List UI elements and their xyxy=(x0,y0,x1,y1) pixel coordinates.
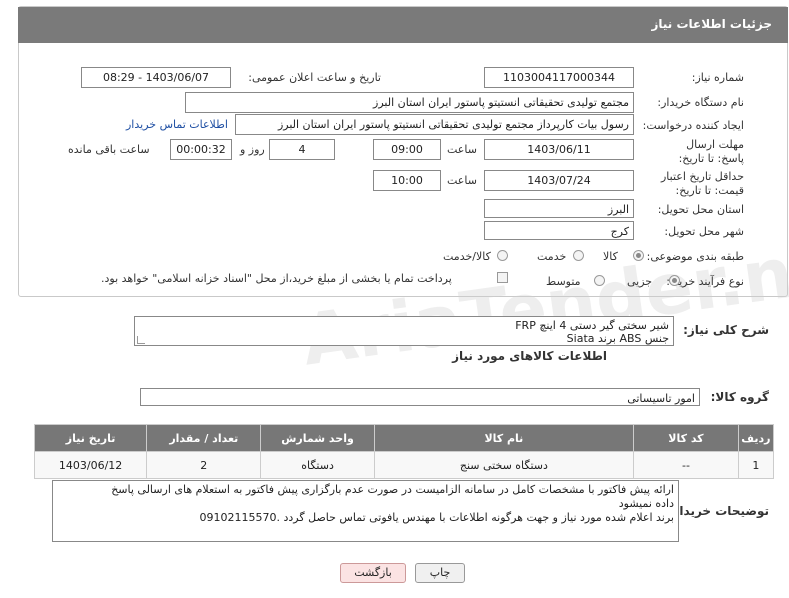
buyer-label: نام دستگاه خریدار: xyxy=(657,96,744,109)
category-option-goods-service: کالا/خدمت xyxy=(443,250,491,263)
col-code: کد کالا xyxy=(633,424,739,452)
category-label: طبقه بندی موضوعی: xyxy=(646,250,744,263)
buyer-field: مجتمع تولیدی تحقیقاتی انستیتو پاستور ایر… xyxy=(185,92,634,113)
creator-field: رسول بیات کارپرداز مجتمع تولیدی تحقیقاتی… xyxy=(235,114,634,135)
process-option-medium: متوسط xyxy=(546,275,581,288)
category-radio-service[interactable] xyxy=(573,250,584,261)
remaining-time-field: 00:00:32 xyxy=(170,139,232,160)
city-label: شهر محل تحویل: xyxy=(664,225,744,238)
print-button[interactable]: چاپ xyxy=(415,563,465,583)
days-field: 4 xyxy=(269,139,335,160)
process-radio-minor[interactable] xyxy=(669,275,680,286)
deadline-time-label: ساعت xyxy=(447,143,477,156)
goods-table-header: ردیف کد کالا نام کالا واحد شمارش تعداد /… xyxy=(33,424,775,452)
buyer-notes-line-1: ارائه پیش فاکتور با مشخصات کامل در سامان… xyxy=(111,483,674,496)
announce-label: تاریخ و ساعت اعلان عمومی: xyxy=(248,71,381,84)
remaining-label: ساعت باقی مانده xyxy=(68,143,150,156)
validity-label: حداقل تاریخ اعتبار قیمت: تا تاریخ: xyxy=(660,170,744,197)
need-number-label: شماره نیاز: xyxy=(691,71,744,84)
buyer-notes-line-2: داده نمیشود xyxy=(618,497,674,510)
buyer-notes-field: ارائه پیش فاکتور با مشخصات کامل در سامان… xyxy=(52,480,679,542)
col-row: ردیف xyxy=(737,424,775,452)
buyer-contact-link[interactable]: اطلاعات تماس خریدار xyxy=(126,118,228,131)
resize-handle-icon[interactable] xyxy=(137,336,145,344)
announce-field: 1403/06/07 - 08:29 xyxy=(81,67,231,88)
cell-date: 1403/06/12 xyxy=(33,451,148,479)
province-field: البرز xyxy=(484,199,634,218)
validity-time-label: ساعت xyxy=(447,174,477,187)
days-label: روز و xyxy=(240,143,265,156)
buyer-notes-line-3: برند اعلام شده مورد نیاز و جهت هرگونه اط… xyxy=(199,511,674,524)
category-radio-goods[interactable] xyxy=(633,250,644,261)
deadline-label: مهلت ارسال پاسخ: تا تاریخ: xyxy=(678,138,744,165)
process-option-minor: جزیی xyxy=(627,275,653,288)
need-number-field: 1103004117000344 xyxy=(484,67,634,88)
summary-label: شرح کلی نیاز: xyxy=(683,323,769,337)
col-qty: تعداد / مقدار xyxy=(146,424,262,452)
buyer-notes-label: توضیحات خریدار: xyxy=(667,504,769,518)
city-field: کرج xyxy=(484,221,634,240)
col-unit: واحد شمارش xyxy=(260,424,375,452)
cell-unit: دستگاه xyxy=(260,451,375,479)
table-row: 1 -- دستگاه سختی سنج دستگاه 2 1403/06/12 xyxy=(33,451,775,479)
goods-table: ردیف کد کالا نام کالا واحد شمارش تعداد /… xyxy=(33,424,775,479)
validity-date-field: 1403/07/24 xyxy=(484,170,634,191)
creator-label: ایجاد کننده درخواست: xyxy=(642,119,744,132)
cell-qty: 2 xyxy=(146,451,262,479)
cell-name: دستگاه سختی سنج xyxy=(373,451,635,479)
deadline-date-field: 1403/06/11 xyxy=(484,139,634,160)
panel-header: جزئیات اطلاعات نیاز xyxy=(18,7,788,43)
col-name: نام کالا xyxy=(373,424,635,452)
province-label: استان محل تحویل: xyxy=(657,203,744,216)
cell-row: 1 xyxy=(737,451,775,479)
category-radio-goods-service[interactable] xyxy=(497,250,508,261)
validity-time-field: 10:00 xyxy=(373,170,441,191)
deadline-time-field: 09:00 xyxy=(373,139,441,160)
treasury-payment-checkbox[interactable] xyxy=(497,272,508,283)
goods-info-title: اطلاعات کالاهای مورد نیاز xyxy=(452,349,607,363)
category-option-service: خدمت xyxy=(537,250,567,263)
cell-code: -- xyxy=(633,451,739,479)
col-date: تاریخ نیاز xyxy=(33,424,148,452)
back-button[interactable]: بازگشت xyxy=(340,563,406,583)
summary-line-2: جنس ABS برند Siata xyxy=(566,332,669,345)
process-radio-medium[interactable] xyxy=(594,275,605,286)
summary-line-1: شیر سختی گیر دستی 4 اینچ FRP xyxy=(515,319,669,332)
goods-group-label: گروه کالا: xyxy=(710,390,769,404)
category-option-goods: کالا xyxy=(603,250,618,263)
summary-textarea: شیر سختی گیر دستی 4 اینچ FRP جنس ABS برن… xyxy=(134,316,674,346)
panel-title: جزئیات اطلاعات نیاز xyxy=(651,17,772,31)
treasury-payment-note: پرداخت تمام یا بخشی از مبلغ خرید،از محل … xyxy=(101,272,452,285)
goods-group-field: امور تاسیساتی xyxy=(140,388,700,406)
